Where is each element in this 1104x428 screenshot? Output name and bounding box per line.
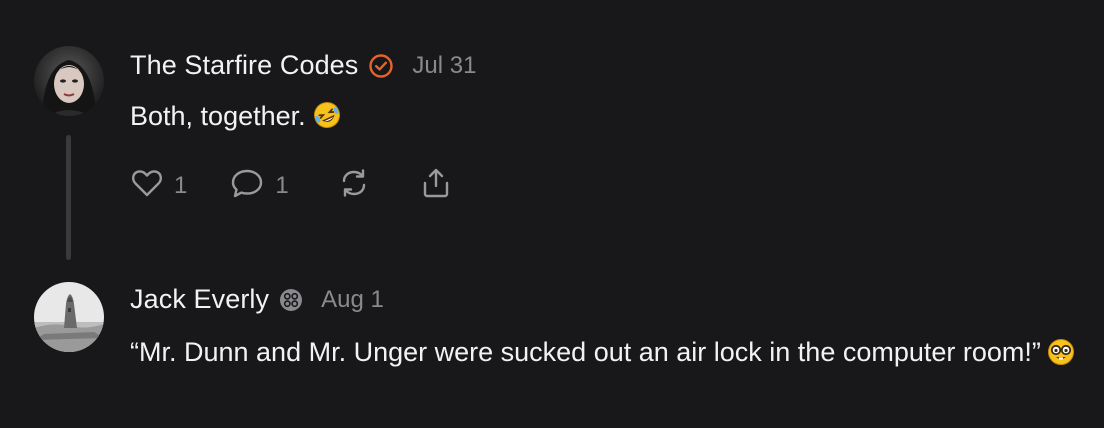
share-button[interactable]: [419, 166, 453, 205]
heart-icon: [130, 166, 164, 205]
post-date[interactable]: Aug 1: [321, 286, 384, 314]
avatar[interactable]: [34, 282, 104, 352]
nerd-face-emoji-icon: [1047, 337, 1075, 378]
post-header: The Starfire Codes Jul 31: [130, 50, 476, 81]
post-header: Jack Everly Aug 1: [130, 284, 384, 315]
post-starfire: The Starfire Codes Jul 31 Both, together…: [0, 0, 1104, 270]
avatar[interactable]: [34, 46, 104, 116]
share-icon: [419, 166, 453, 205]
author-name[interactable]: Jack Everly: [130, 284, 269, 315]
rolling-on-floor-laughing-emoji-icon: [312, 100, 342, 141]
like-count: 1: [174, 171, 188, 199]
post-text-content: Both, together.: [130, 101, 306, 131]
reply-button[interactable]: 1: [229, 166, 289, 205]
like-button[interactable]: 1: [130, 166, 187, 205]
post-text: Both, together.: [130, 96, 1090, 141]
post-date[interactable]: Jul 31: [412, 52, 476, 80]
post-jack-everly: Jack Everly Aug 1 “Mr. Dunn and Mr. Unge…: [0, 270, 1104, 428]
post-actions: 1 1: [130, 166, 453, 205]
author-name[interactable]: The Starfire Codes: [130, 50, 358, 81]
comment-icon: [229, 166, 265, 205]
repost-button[interactable]: [337, 166, 371, 205]
repost-icon: [337, 166, 371, 205]
reply-count: 1: [275, 171, 289, 199]
post-text-content: “Mr. Dunn and Mr. Unger were sucked out …: [130, 337, 1041, 367]
verified-badge-icon: [368, 53, 394, 79]
federated-badge-icon: [279, 288, 303, 312]
post-text: “Mr. Dunn and Mr. Unger were sucked out …: [130, 332, 1090, 378]
thread-line: [66, 135, 71, 260]
